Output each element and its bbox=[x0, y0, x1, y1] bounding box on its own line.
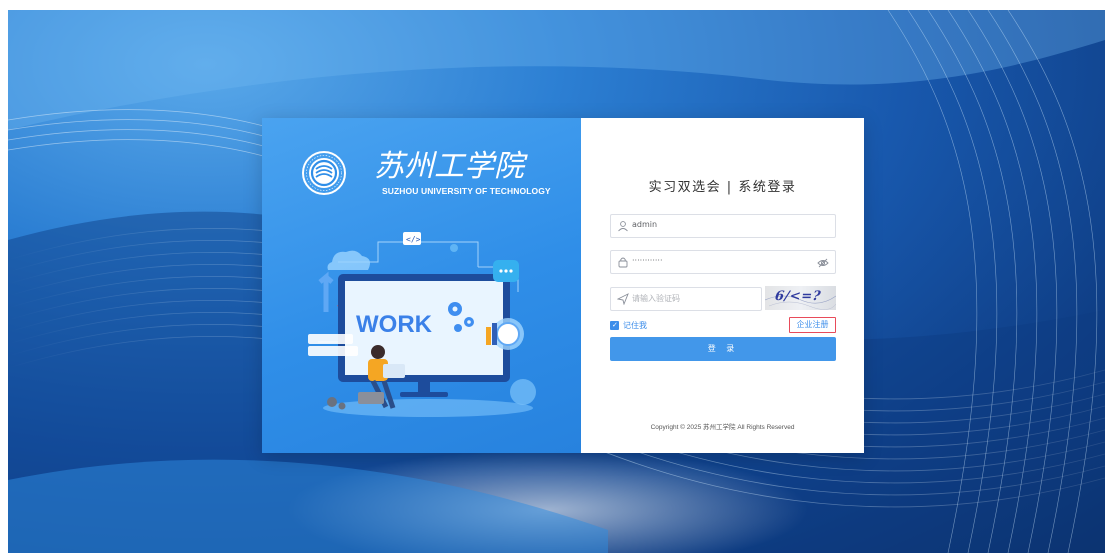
eye-icon[interactable] bbox=[817, 257, 829, 269]
username-value: admin bbox=[632, 220, 658, 229]
login-card: 苏州工学院 SUZHOU UNIVERSITY OF TECHNOLOGY </… bbox=[262, 118, 864, 453]
university-name-en: SUZHOU UNIVERSITY OF TECHNOLOGY bbox=[382, 186, 551, 196]
calligraphy-logo: 苏州工学院 bbox=[374, 149, 528, 184]
svg-text:WORK: WORK bbox=[356, 311, 433, 338]
work-illustration: </> WORK bbox=[308, 232, 536, 417]
remember-me-label: 记住我 bbox=[623, 321, 647, 330]
svg-text:苏州工学院: 苏州工学院 bbox=[374, 149, 528, 184]
captcha-field[interactable]: 请输入验证码 bbox=[610, 287, 762, 311]
lock-icon bbox=[618, 257, 628, 268]
username-field[interactable]: admin bbox=[610, 214, 836, 238]
password-field[interactable]: ············ bbox=[610, 250, 836, 274]
login-form-panel: 实习双选会 | 系统登录 admin ············ 请输入验证码 6… bbox=[581, 118, 864, 453]
company-register-link[interactable]: 企业注册 bbox=[789, 317, 836, 333]
checkbox-box[interactable]: ✓ bbox=[610, 321, 619, 330]
send-icon bbox=[617, 293, 629, 305]
check-icon: ✓ bbox=[612, 321, 618, 329]
brand-panel: 苏州工学院 SUZHOU UNIVERSITY OF TECHNOLOGY </… bbox=[262, 118, 581, 453]
login-button[interactable]: 登 录 bbox=[610, 337, 836, 361]
university-seal-logo bbox=[302, 151, 346, 195]
captcha-placeholder: 请输入验证码 bbox=[632, 294, 680, 303]
captcha-image[interactable]: 6/<=? bbox=[765, 286, 836, 310]
page-title: 实习双选会 | 系统登录 bbox=[648, 180, 797, 195]
user-icon bbox=[618, 221, 628, 232]
svg-text:</>: </> bbox=[406, 235, 421, 244]
login-page: 苏州工学院 SUZHOU UNIVERSITY OF TECHNOLOGY </… bbox=[0, 0, 1105, 553]
copyright-text: Copyright © 2025 苏州工学院 All Rights Reserv… bbox=[650, 424, 795, 431]
password-value: ············ bbox=[632, 256, 663, 265]
university-name-calligraphy: 苏州工学院 bbox=[374, 144, 544, 184]
captcha-text: 6/<=? bbox=[773, 289, 822, 304]
